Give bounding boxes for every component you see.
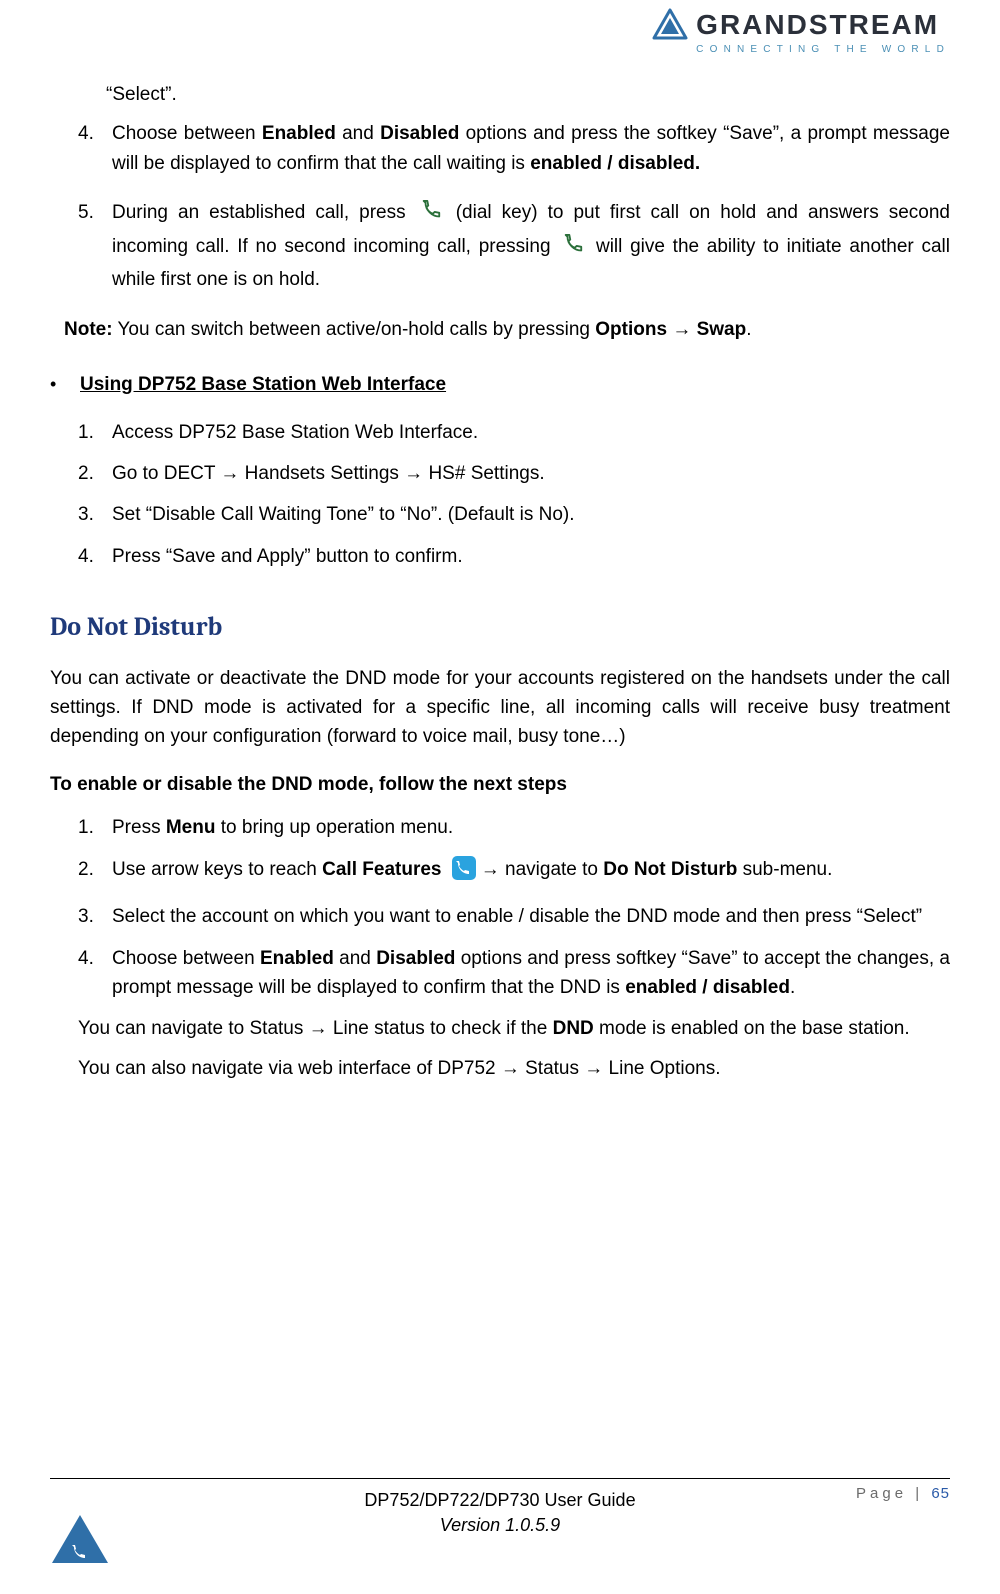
callwait-step-5: 5. During an established call, press (di… xyxy=(78,198,950,294)
dnd-step-3: 3. Select the account on which you want … xyxy=(78,902,950,931)
brand-name: GRANDSTREAM xyxy=(696,9,939,41)
webif-step-3: 3. Set “Disable Call Waiting Tone” to “N… xyxy=(78,500,950,529)
dnd-step-1: 1. Press Menu to bring up operation menu… xyxy=(78,813,950,842)
brand-tagline: CONNECTING THE WORLD xyxy=(696,44,950,55)
document-body: “Select”. 4. Choose between Enabled and … xyxy=(50,80,950,1093)
dnd-tail-1: You can navigate to Status → Line status… xyxy=(78,1014,950,1043)
webif-step-1: 1. Access DP752 Base Station Web Interfa… xyxy=(78,418,950,447)
dnd-lead: To enable or disable the DND mode, follo… xyxy=(50,770,950,799)
callwait-note: Note: You can switch between active/on-h… xyxy=(64,315,950,344)
footer-brand-icon xyxy=(50,1513,110,1570)
footer-rule xyxy=(50,1478,950,1479)
web-interface-heading: • Using DP752 Base Station Web Interface xyxy=(50,370,950,399)
webif-step-4: 4. Press “Save and Apply” button to conf… xyxy=(78,542,950,571)
fragment-select: “Select”. xyxy=(106,80,950,109)
brand-logo: GRANDSTREAM CONNECTING THE WORLD xyxy=(650,8,950,55)
call-features-icon xyxy=(451,855,477,890)
brand-mark-icon xyxy=(650,8,690,42)
dial-key-icon xyxy=(562,234,584,265)
dnd-step-4: 4. Choose between Enabled and Disabled o… xyxy=(78,944,950,1003)
dnd-step-2: 2. Use arrow keys to reach Call Features… xyxy=(78,855,950,890)
callwait-step-4: 4. Choose between Enabled and Disabled o… xyxy=(78,119,950,178)
dnd-intro: You can activate or deactivate the DND m… xyxy=(50,664,950,752)
dnd-tail-2: You can also navigate via web interface … xyxy=(78,1054,950,1083)
section-dnd-title: Do Not Disturb xyxy=(50,607,950,647)
webif-step-2: 2. Go to DECT → Handsets Settings → HS# … xyxy=(78,459,950,488)
dial-key-icon xyxy=(420,200,442,231)
footer-title: DP752/DP722/DP730 User Guide Version 1.0… xyxy=(0,1488,1000,1538)
